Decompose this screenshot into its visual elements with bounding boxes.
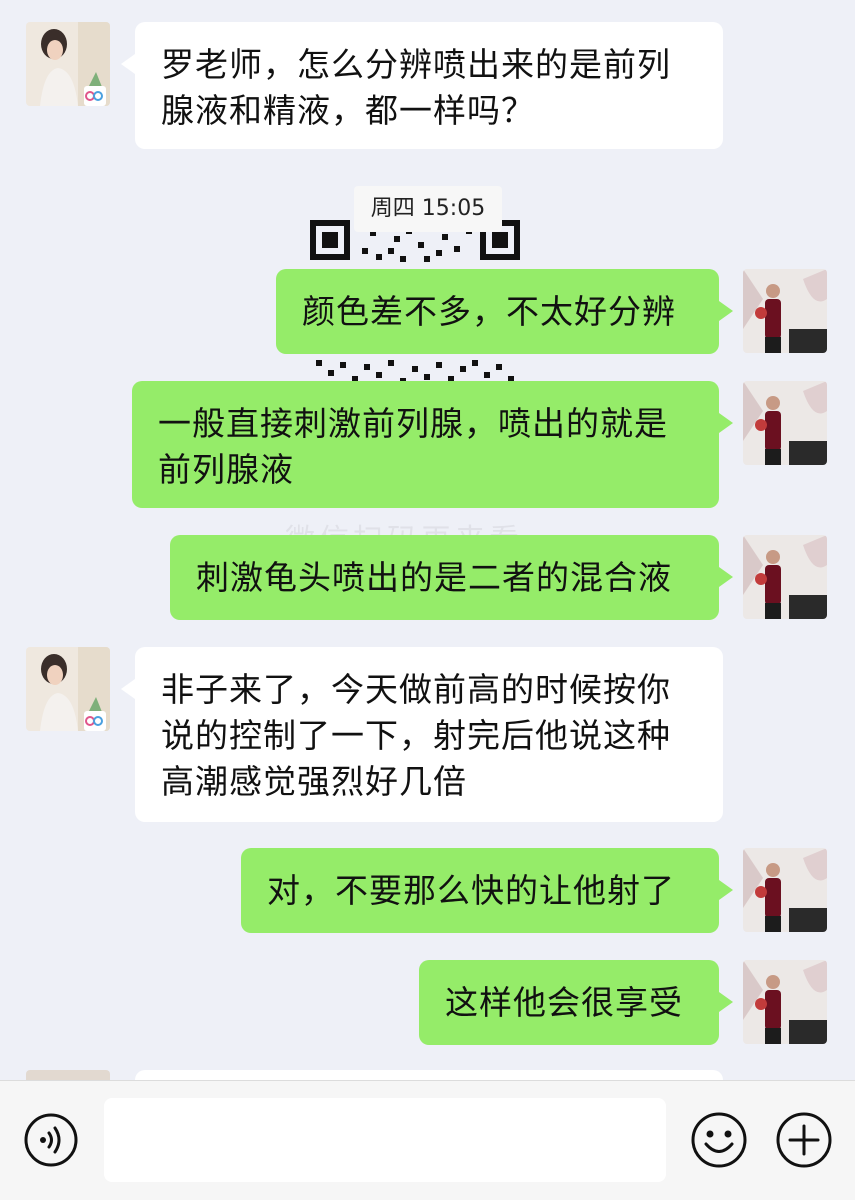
message-bubble-incoming[interactable]: 罗老师，怎么分辨喷出来的是前列腺液和精液，都一样吗？ (121, 22, 723, 149)
contact-avatar[interactable] (26, 22, 110, 106)
message-bubble-outgoing[interactable]: 刺激龟头喷出的是二者的混合液 (170, 535, 733, 620)
chat-area[interactable]: 微信扫码再来看 周四 15:05 罗老师，怎么分辨喷出来的是前列腺液和精液，都一… (0, 0, 855, 1080)
message-bubble-outgoing[interactable]: 一般直接刺激前列腺，喷出的就是前列腺液 (132, 381, 733, 508)
message-bubble-incoming[interactable] (135, 1070, 723, 1080)
contact-avatar[interactable] (26, 647, 110, 731)
message-bubble-outgoing[interactable]: 颜色差不多，不太好分辨 (276, 269, 733, 354)
emoji-icon[interactable] (690, 1111, 748, 1169)
message-bubble-incoming[interactable]: 非子来了，今天做前高的时候按你说的控制了一下，射完后他说这种高潮感觉强烈好几倍 (121, 647, 723, 822)
input-bar (0, 1080, 855, 1200)
contact-avatar[interactable] (26, 1070, 110, 1080)
voice-icon[interactable] (23, 1112, 79, 1168)
my-avatar[interactable] (743, 848, 827, 932)
message-input[interactable] (104, 1098, 666, 1182)
my-avatar[interactable] (743, 269, 827, 353)
message-bubble-outgoing[interactable]: 这样他会很享受 (419, 960, 733, 1045)
message-bubble-outgoing[interactable]: 对，不要那么快的让他射了 (241, 848, 733, 933)
my-avatar[interactable] (743, 960, 827, 1044)
my-avatar[interactable] (743, 535, 827, 619)
my-avatar[interactable] (743, 381, 827, 465)
message-timestamp: 周四 15:05 (354, 186, 502, 232)
plus-icon[interactable] (775, 1111, 833, 1169)
